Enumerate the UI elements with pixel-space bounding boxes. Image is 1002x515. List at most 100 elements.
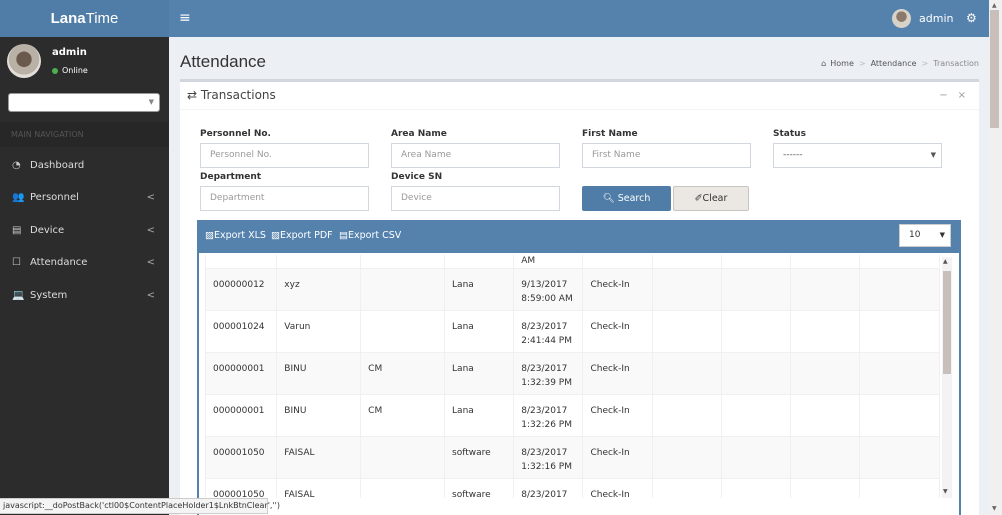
user-menu[interactable]: admin: [892, 9, 953, 28]
device-sn-input[interactable]: Device: [391, 186, 560, 211]
transactions-box: ⇄ Transactions − × Personnel No. Personne…: [180, 79, 979, 515]
sidebar-item-system[interactable]: 💻 System <: [0, 279, 169, 312]
search-button[interactable]: 🔍︎ Search: [582, 186, 671, 211]
status-label: Online: [62, 66, 88, 75]
grid-toolbar: ▨Export XLS ▨Export PDF ▤Export CSV 10 ▼: [199, 220, 959, 253]
empty-cell: [651, 268, 722, 311]
export-csv-label: Export CSV: [347, 230, 402, 241]
date-text: 8/23/2017: [521, 364, 568, 374]
personnel-no-cell: 000000001: [205, 394, 278, 437]
sidebar-item-attendance[interactable]: ☐ Attendance <: [0, 247, 169, 280]
table-row[interactable]: 000001050 FAISAL software 8/23/2017 Check-In: [205, 478, 940, 498]
chevron-left-icon: <: [146, 289, 155, 301]
table-row[interactable]: 10:06:26 AM: [205, 255, 940, 269]
department-cell: CM: [360, 394, 446, 437]
breadcrumb-home[interactable]: Home: [830, 59, 854, 68]
page-scrollbar-thumb[interactable]: [990, 10, 999, 128]
area-name-label: Area Name: [391, 129, 447, 139]
page-scrollbar[interactable]: ▲ ▼: [989, 0, 1002, 515]
user-name: admin: [919, 12, 954, 25]
page-size-select[interactable]: 10 ▼: [899, 224, 951, 247]
area-cell: Lana: [444, 310, 515, 353]
table-row[interactable]: 000000012 xyz Lana 9/13/2017 8:59:00 AM Check…: [205, 268, 940, 311]
area-name-input[interactable]: Area Name: [391, 143, 560, 168]
empty-cell: [720, 394, 792, 437]
table-scroll-area[interactable]: 10:06:26 AM 000000012xyz Lana 9/13/2017 8:59…: [205, 255, 940, 498]
app-logo[interactable]: LanaTime: [0, 0, 169, 37]
breadcrumb: ⌂ Home > Attendance > Transaction: [821, 59, 979, 68]
first-name-input[interactable]: First Name: [582, 143, 751, 168]
scroll-up-icon[interactable]: ▲: [943, 258, 948, 265]
export-csv-button[interactable]: ▤Export CSV: [339, 230, 401, 241]
avatar: [892, 9, 911, 28]
empty-cell: [720, 478, 792, 498]
table-row[interactable]: 000001050 FAISAL software 8/23/2017 1:32:16 …: [205, 436, 940, 479]
empty-cell: [859, 394, 940, 437]
scroll-down-icon[interactable]: ▼: [992, 505, 997, 512]
empty-cell: [651, 394, 722, 437]
datetime-cell: 8/23/2017 1:32:39 PM: [513, 352, 584, 395]
empty-cell: [651, 478, 722, 498]
box-tools: − ×: [929, 90, 966, 101]
settings-icon[interactable]: ⚙: [966, 11, 977, 25]
time-text: 1:32:16 PM: [521, 462, 572, 472]
csv-file-icon: ▤: [339, 230, 348, 241]
close-icon[interactable]: ×: [958, 90, 966, 101]
status-cell: Check-In: [582, 394, 653, 437]
pdf-file-icon: ▨: [271, 230, 280, 241]
status-select[interactable]: ------ ▼: [773, 143, 942, 168]
date-text: 8/23/2017: [521, 406, 568, 416]
table-scrollbar[interactable]: ▲ ▼: [942, 257, 952, 498]
first-name-cell: BINU: [276, 352, 362, 395]
scrollbar-thumb[interactable]: [943, 271, 951, 374]
empty-cell: [859, 310, 940, 353]
status-cell: Check-In: [582, 436, 653, 479]
status-cell: [582, 255, 653, 269]
table-row[interactable]: 000001024 Varun Lana 8/23/2017 2:41:44 PM Che…: [205, 310, 940, 353]
sidebar-item-dashboard[interactable]: ◔ Dashboard: [0, 149, 169, 182]
department-input[interactable]: Department: [200, 186, 369, 211]
transactions-grid: ▨Export XLS ▨Export PDF ▤Export CSV 10 ▼ …: [197, 220, 961, 515]
area-cell: [444, 255, 515, 269]
sidebar-item-device[interactable]: ▤ Device <: [0, 214, 169, 247]
clear-button[interactable]: ✐Clear: [673, 186, 749, 211]
table-row[interactable]: 000000001 BINU CM Lana 8/23/2017 1:32:39 PM Ch…: [205, 352, 940, 395]
sidebar-select[interactable]: ▼: [8, 93, 160, 112]
logo-light: Time: [85, 10, 119, 27]
collapse-icon[interactable]: −: [939, 90, 947, 101]
breadcrumb-attendance[interactable]: Attendance: [871, 59, 917, 68]
box-title-text: Transactions: [200, 88, 276, 102]
time-text: 1:32:39 PM: [521, 378, 572, 388]
time-text: 10:06:26 AM: [521, 256, 536, 266]
export-xls-label: Export XLS: [213, 230, 266, 241]
sidebar-item-label: Attendance: [30, 257, 88, 269]
datetime-cell: 10:06:26 AM: [513, 255, 584, 269]
empty-cell: [790, 255, 861, 269]
table-row[interactable]: 000000001 BINU CM Lana 8/23/2017 1:32:26 PM Ch…: [205, 394, 940, 437]
sidebar-item-personnel[interactable]: 👥 Personnel <: [0, 182, 169, 215]
breadcrumb-separator: >: [921, 59, 929, 68]
status-cell: Check-In: [582, 310, 653, 353]
export-pdf-button[interactable]: ▨Export PDF: [271, 230, 333, 241]
sidebar-toggle-icon[interactable]: ≡: [179, 10, 191, 26]
divider: [180, 109, 979, 110]
sidebar-item-label: Device: [30, 224, 65, 236]
area-cell: Lana: [444, 394, 515, 437]
scroll-down-icon[interactable]: ▼: [943, 488, 948, 495]
export-xls-button[interactable]: ▨Export XLS: [205, 230, 266, 241]
first-name-cell: BINU: [276, 394, 362, 437]
sidebar-item-label: Dashboard: [30, 159, 85, 171]
personnel-no-input[interactable]: Personnel No.: [200, 143, 369, 168]
first-name-cell: [276, 255, 362, 269]
scroll-up-icon[interactable]: ▲: [992, 2, 997, 9]
personnel-no-label: Personnel No.: [200, 129, 271, 139]
content-area: Attendance ⌂ Home > Attendance > Transac…: [169, 37, 989, 515]
nav-header: MAIN NAVIGATION: [0, 122, 169, 147]
empty-cell: [790, 352, 861, 395]
empty-cell: [651, 310, 722, 353]
department-label: Department: [200, 172, 262, 182]
empty-cell: [859, 268, 940, 311]
chevron-down-icon: ▼: [930, 151, 936, 159]
sidebar: admin Online ▼ MAIN NAVIGATION ◔ Dashboar…: [0, 37, 169, 515]
empty-cell: [651, 436, 722, 479]
